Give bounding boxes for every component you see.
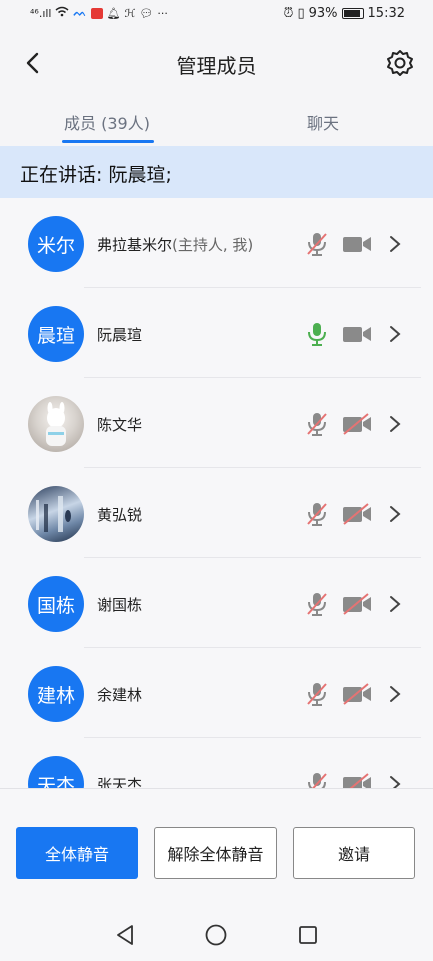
participant-name: 谢国栋 (97, 594, 142, 615)
message-icon: 💬︎ (139, 6, 154, 20)
bell-icon: 🔔︎ (106, 6, 121, 20)
alarm-icon: ⏰︎ (283, 6, 294, 21)
nav-home-icon[interactable] (204, 923, 228, 947)
nav-back-icon[interactable] (114, 923, 136, 947)
header: 管理成员 (0, 30, 433, 96)
avatar: 晨瑄 (28, 306, 84, 362)
battery-percent: 93% (308, 6, 338, 21)
name-text: 陈文华 (97, 416, 143, 434)
name-text: 弗拉基米尔 (97, 236, 173, 254)
avatar-photo (28, 396, 84, 452)
chevron-right-icon[interactable] (388, 324, 402, 344)
participant-row[interactable]: 陈文华 (0, 378, 433, 468)
clock: 15:32 (367, 6, 405, 21)
camera-off-icon[interactable] (342, 413, 372, 435)
gear-icon[interactable] (385, 48, 415, 78)
participant-name: 张天杰 (97, 774, 142, 788)
mic-muted-icon[interactable] (304, 230, 330, 258)
unmute-all-button[interactable]: 解除全体静音 (154, 827, 277, 879)
video-app-icon (90, 7, 103, 19)
app-notification-icon: ᨓ (73, 6, 87, 19)
camera-on-icon[interactable] (342, 233, 372, 255)
name-text: 阮晨瑄 (97, 326, 143, 344)
chevron-right-icon[interactable] (388, 684, 402, 704)
camera-on-icon[interactable] (342, 323, 372, 345)
status-bar: ⁴⁶.ıll ᨓ 🔔︎ ℋ 💬︎ ··· ⏰︎ ▯ 93% 15:32 (0, 0, 433, 30)
avatar: 天杰 (28, 756, 84, 788)
mic-muted-icon[interactable] (304, 410, 330, 438)
chevron-right-icon[interactable] (388, 594, 402, 614)
chevron-right-icon[interactable] (388, 774, 402, 788)
participant-name: 陈文华 (97, 414, 142, 435)
status-left: ⁴⁶.ıll ᨓ 🔔︎ ℋ 💬︎ ··· (30, 6, 168, 20)
signal-icon: ⁴⁶.ıll (30, 6, 52, 20)
wifi-icon (55, 6, 69, 20)
tab-members[interactable]: 成员 (39人) (64, 110, 150, 134)
mic-active-icon[interactable] (304, 320, 330, 348)
manage-members-screen: ⁴⁶.ıll ᨓ 🔔︎ ℋ 💬︎ ··· ⏰︎ ▯ 93% 15:32 管理成员 (0, 0, 433, 961)
system-nav-bar (0, 909, 433, 961)
more-icon: ··· (157, 6, 168, 20)
mute-all-button[interactable]: 全体静音 (16, 827, 138, 879)
mic-muted-icon[interactable] (304, 680, 330, 708)
role-text: (主持人, 我) (172, 236, 254, 254)
participant-name: 阮晨瑄 (97, 324, 142, 345)
camera-off-icon[interactable] (342, 593, 372, 615)
avatar: 国栋 (28, 576, 84, 632)
nav-recents-icon[interactable] (297, 924, 319, 946)
participant-row[interactable]: 晨瑄 阮晨瑄 (0, 288, 433, 378)
status-right: ⏰︎ ▯ 93% 15:32 (283, 6, 405, 21)
active-tab-indicator (62, 140, 154, 143)
participant-name: 黄弘锐 (97, 504, 142, 525)
participant-row[interactable]: 米尔 弗拉基米尔(主持人, 我) (0, 198, 433, 288)
vibrate-icon: ▯ (297, 6, 305, 21)
avatar: 米尔 (28, 216, 84, 272)
name-text: 黄弘锐 (97, 506, 143, 524)
avatar: 建林 (28, 666, 84, 722)
camera-off-icon[interactable] (342, 683, 372, 705)
name-text: 谢国栋 (97, 596, 143, 614)
participant-row[interactable]: 天杰 张天杰 (0, 738, 433, 788)
chevron-right-icon[interactable] (388, 414, 402, 434)
speaking-banner: 正在讲话: 阮晨瑄; (0, 146, 433, 198)
camera-off-icon[interactable] (342, 503, 372, 525)
chevron-right-icon[interactable] (388, 234, 402, 254)
tab-bar: 成员 (39人) 聊天 (0, 96, 433, 144)
mic-muted-icon[interactable] (304, 500, 330, 528)
participant-name: 弗拉基米尔(主持人, 我) (97, 234, 253, 255)
participant-list[interactable]: 米尔 弗拉基米尔(主持人, 我) 晨瑄 阮晨瑄 陈文华 黄弘锐 国栋 谢国栋 建… (0, 198, 433, 788)
name-text: 余建林 (97, 686, 143, 704)
page-title: 管理成员 (176, 54, 257, 78)
action-bar: 全体静音 解除全体静音 邀请 (0, 789, 433, 909)
participant-row[interactable]: 黄弘锐 (0, 468, 433, 558)
mic-muted-icon[interactable] (304, 770, 330, 788)
mic-muted-icon[interactable] (304, 590, 330, 618)
battery-icon (341, 8, 364, 19)
invite-button[interactable]: 邀请 (293, 827, 415, 879)
chevron-right-icon[interactable] (388, 504, 402, 524)
nfc-icon: ℋ (124, 6, 136, 20)
tab-chat[interactable]: 聊天 (307, 110, 339, 134)
camera-off-icon[interactable] (342, 773, 372, 788)
name-text: 张天杰 (97, 776, 143, 788)
participant-row[interactable]: 建林 余建林 (0, 648, 433, 738)
participant-row[interactable]: 国栋 谢国栋 (0, 558, 433, 648)
participant-name: 余建林 (97, 684, 142, 705)
avatar-photo (28, 486, 84, 542)
